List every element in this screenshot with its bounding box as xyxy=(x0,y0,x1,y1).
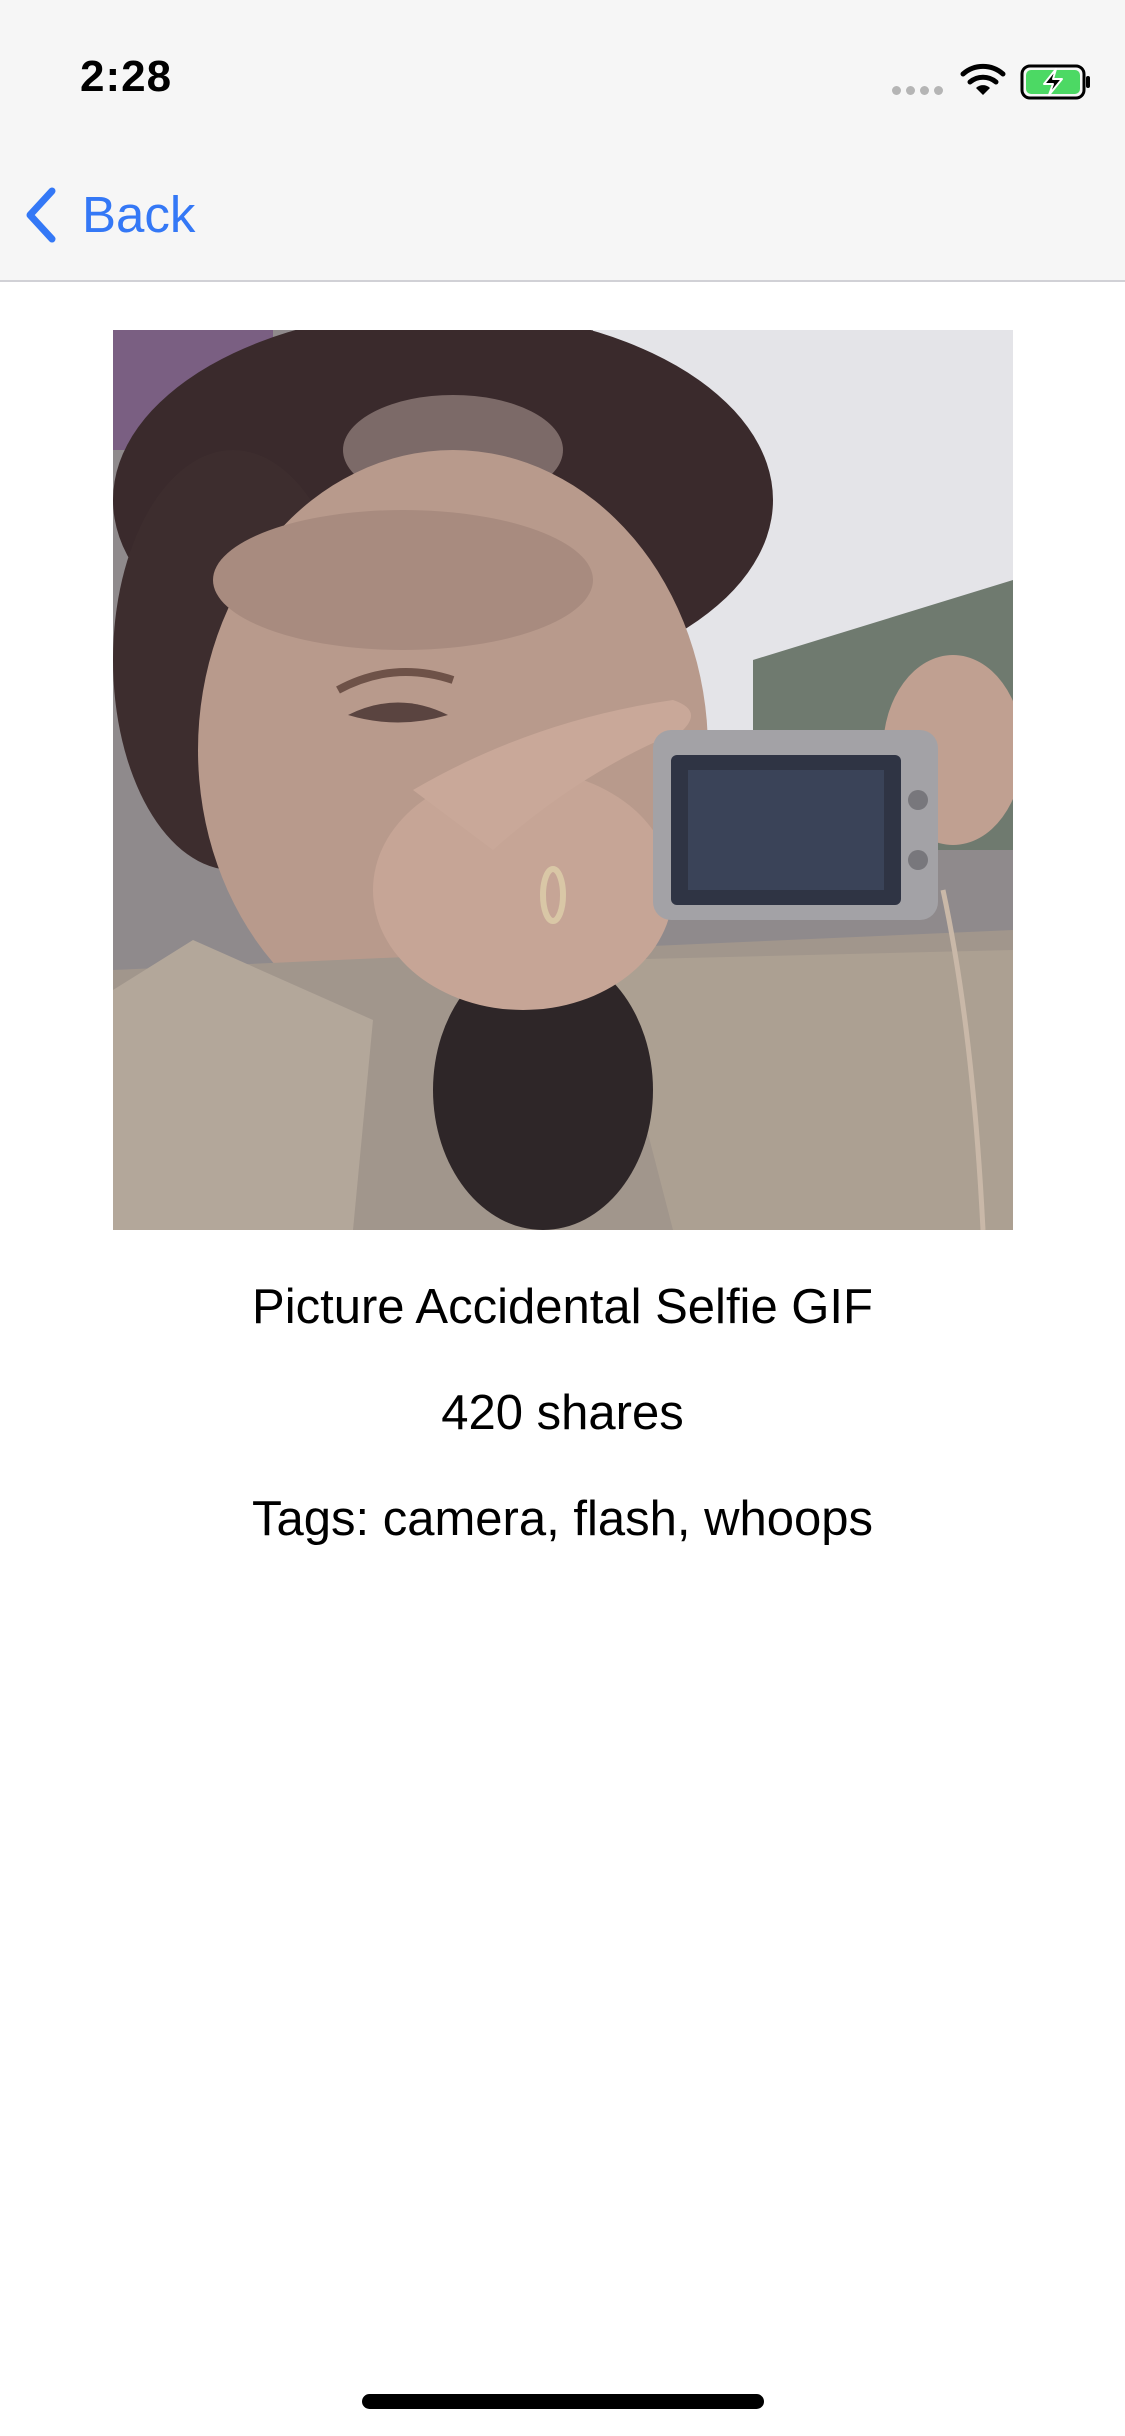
battery-charging-icon xyxy=(1020,64,1090,100)
gif-image xyxy=(113,330,1013,1230)
share-count: 420 shares xyxy=(441,1386,684,1440)
wifi-icon xyxy=(960,63,1006,95)
back-label: Back xyxy=(82,186,196,243)
status-time: 2:28 xyxy=(80,52,173,101)
signal-dots-icon xyxy=(892,86,944,96)
top-chrome: 2:28 Back xyxy=(0,0,1125,282)
home-indicator[interactable] xyxy=(362,2394,764,2409)
chevron-left-icon xyxy=(26,187,56,243)
gif-title: Picture Accidental Selfie GIF xyxy=(252,1280,873,1334)
back-button[interactable]: Back xyxy=(22,180,195,250)
tags-list: Tags: camera, flash, whoops xyxy=(252,1492,873,1546)
